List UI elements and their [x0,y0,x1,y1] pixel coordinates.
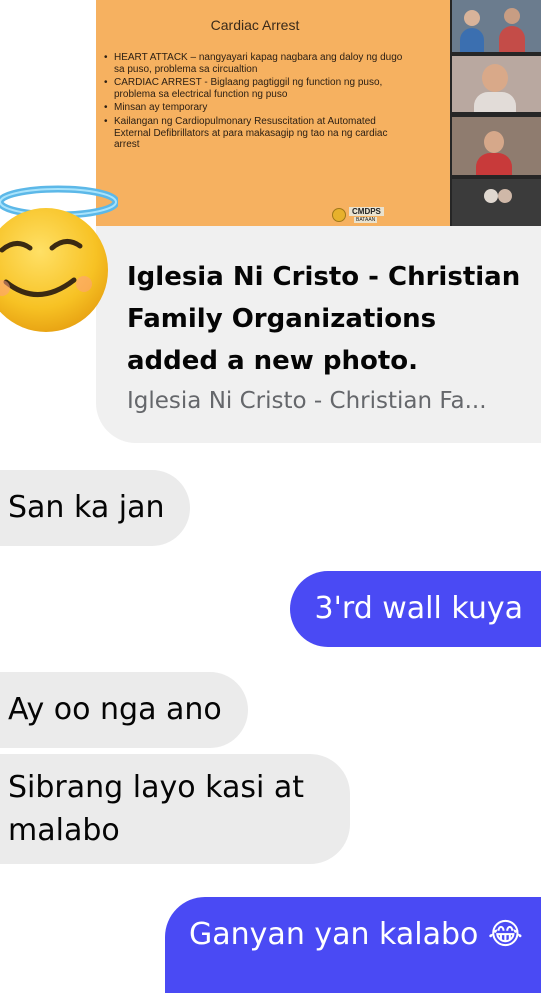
slide-bullet: Minsan ay temporary [104,102,404,114]
participant-tile [452,179,541,226]
slide-logo-text: CMDPS [349,207,384,216]
incoming-message[interactable]: San ka jan [0,470,191,546]
caption-source: Iglesia Ni Cristo - Christian Fa... [127,388,487,414]
slide-logo-subtext: BATAAN [354,217,378,223]
outgoing-message[interactable]: Ganyan yan kalabo 😂 [165,897,541,993]
caption-title: Iglesia Ni Cristo - Christian Family Org… [127,262,521,376]
slide-bullet: HEART ATTACK – nangyayari kapag nagbara … [104,52,404,75]
video-participant-tiles [450,0,541,226]
presentation-slide: Cardiac Arrest HEART ATTACK – nangyayari… [96,0,492,226]
slide-bullet: CARDIAC ARREST - Biglaang pagtiggil ng f… [104,77,404,100]
smiling-face-with-halo-icon [0,185,118,332]
incoming-message[interactable]: Ay oo nga ano [0,672,248,748]
shared-photo[interactable]: Cardiac Arrest HEART ATTACK – nangyayari… [96,0,541,226]
incoming-message[interactable]: Sibrang layo kasi at malabo [0,754,350,864]
participant-tile [452,0,541,52]
shared-photo-caption[interactable]: Iglesia Ni Cristo - Christian Family Org… [96,226,541,443]
slide-bullet: Kailangan ng Cardiopulmonary Resuscitati… [104,116,404,151]
participant-tile [452,117,541,175]
outgoing-message[interactable]: 3'rd wall kuya [289,571,541,647]
cmdps-emblem-icon [332,208,346,222]
participant-tile [452,56,541,112]
slide-bullet-list: HEART ATTACK – nangyayari kapag nagbara … [104,52,404,153]
slide-title: Cardiac Arrest [210,17,300,33]
shared-photo-card[interactable]: Cardiac Arrest HEART ATTACK – nangyayari… [96,0,541,443]
